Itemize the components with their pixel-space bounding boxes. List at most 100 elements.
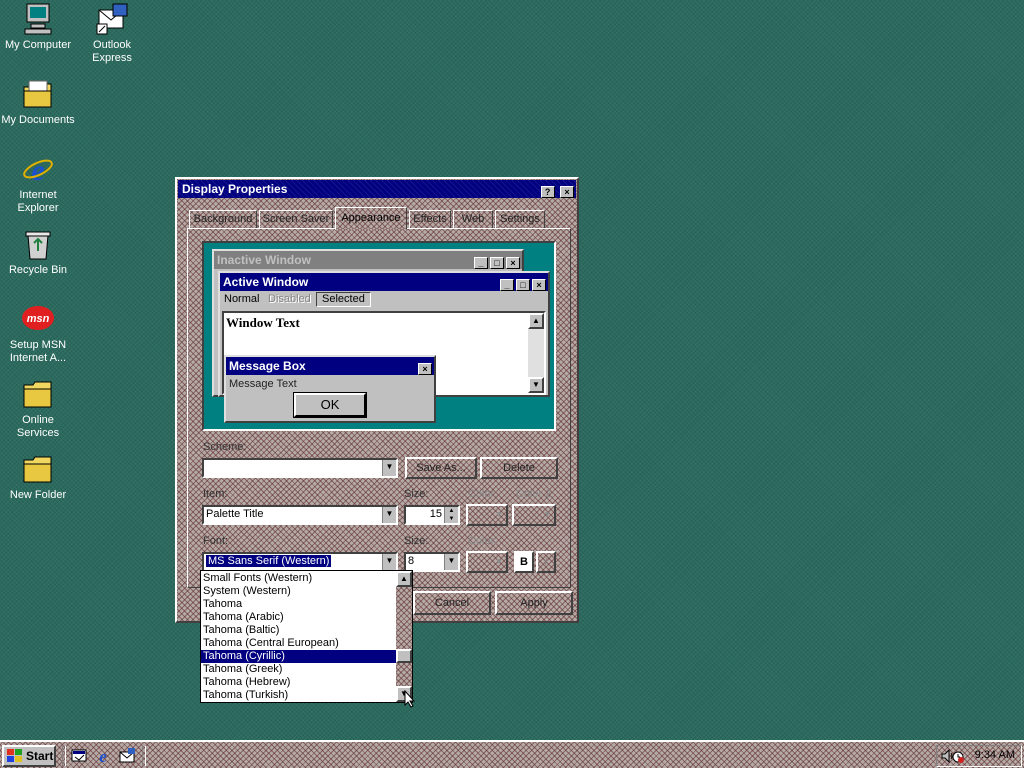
close-icon: × [532, 278, 546, 291]
minimize-icon: _ [500, 278, 514, 291]
italic-button[interactable]: I [536, 551, 556, 573]
quick-launch-divider-right [142, 746, 146, 766]
tab-effects[interactable]: Effects [409, 210, 451, 229]
font-option[interactable]: Tahoma (Central European) [201, 637, 397, 650]
documents-folder-icon [21, 77, 55, 111]
desktop-icon-outlook-express[interactable]: Outlook Express [74, 2, 150, 65]
cancel-button[interactable]: Cancel [413, 591, 491, 615]
chevron-down-icon[interactable]: ▼ [444, 554, 458, 570]
scroll-up-icon[interactable]: ▲ [396, 571, 412, 587]
item-value: Palette Title [206, 508, 264, 520]
item-size-spinner[interactable]: 15 ▲ ▼ [404, 505, 460, 525]
desktop-icon-label: New Folder [9, 489, 67, 501]
color-picker-button[interactable]: ▼ [466, 504, 508, 526]
scheme-dropdown[interactable]: ▼ [202, 458, 398, 478]
font-size-dropdown[interactable]: 8 ▼ [404, 552, 460, 572]
start-button[interactable]: Start [2, 745, 56, 767]
tab-screen-saver[interactable]: Screen Saver [259, 210, 333, 229]
desktop-icon-internet-explorer[interactable]: e Internet Explorer [0, 152, 76, 215]
active-window-title: Active Window [223, 275, 309, 289]
mouse-cursor-icon [404, 689, 416, 708]
system-tray: 9:34 AM [936, 745, 1022, 767]
taskbar: Start e 9:34 AM [0, 740, 1024, 768]
item-label: Item: [203, 488, 228, 500]
delete-button[interactable]: Delete [480, 457, 558, 479]
tab-background[interactable]: Background [189, 210, 257, 229]
color2-picker-button[interactable]: ▼ [512, 504, 556, 526]
desktop-icon-label: Internet Explorer [17, 189, 59, 214]
desktop-icon-new-folder[interactable]: New Folder [0, 452, 76, 502]
font-option[interactable]: Tahoma (Hebrew) [201, 676, 397, 689]
message-text: Message Text [229, 378, 297, 390]
menu-selected: Selected [316, 292, 371, 307]
item-dropdown[interactable]: Palette Title ▼ [202, 505, 398, 525]
color2-label: Color 2: [516, 488, 555, 500]
apply-button[interactable]: Apply [495, 591, 573, 615]
appearance-panel: Inactive Window _ □ × Active Window _ □ × No… [187, 228, 571, 588]
item-size-value: 15 [429, 508, 442, 520]
chevron-down-icon[interactable]: ▼ [382, 460, 396, 476]
font-color-button[interactable]: ▼ [466, 551, 508, 573]
preview-scrollbar: ▲ ▼ [528, 313, 544, 393]
desktop-icon-my-computer[interactable]: My Computer [0, 2, 76, 52]
svg-text:e: e [31, 154, 44, 186]
scheme-label: Scheme: [203, 441, 247, 453]
font-list-scrollbar[interactable]: ▲ ▼ [396, 571, 412, 702]
font-dropdown-list: Small Fonts (Western) System (Western) T… [200, 570, 413, 703]
active-title-bar: Active Window _ □ × [220, 273, 548, 291]
scheme-preview: Inactive Window _ □ × Active Window _ □ × No… [202, 241, 556, 431]
desktop-icon-msn[interactable]: msn Setup MSN Internet A... [0, 302, 76, 365]
spinner-arrows-icon[interactable]: ▲ ▼ [444, 507, 458, 523]
font-option[interactable]: System (Western) [201, 585, 397, 598]
svg-text:msn: msn [27, 313, 50, 325]
maximize-icon: □ [516, 278, 530, 291]
internet-explorer-icon[interactable]: e [94, 747, 112, 766]
scroll-up-icon: ▲ [528, 313, 544, 329]
desktop-icon-label: My Computer [4, 39, 72, 51]
minimize-icon: _ [474, 256, 488, 269]
internet-explorer-icon: e [21, 152, 55, 187]
desktop-icon-my-documents[interactable]: My Documents [0, 77, 76, 127]
outlook-express-icon[interactable] [118, 747, 136, 765]
message-box-title: Message Box [229, 359, 306, 373]
font-option-selected[interactable]: Tahoma (Cyrillic) [201, 650, 397, 663]
bold-button[interactable]: B [514, 551, 534, 573]
menu-disabled: Disabled [268, 293, 311, 305]
font-option[interactable]: Tahoma (Greek) [201, 663, 397, 676]
font-dropdown[interactable]: MS Sans Serif (Western) ▼ [202, 552, 398, 572]
font-label: Font: [203, 535, 229, 547]
chevron-down-icon[interactable]: ▼ [382, 507, 396, 523]
show-desktop-icon[interactable] [70, 747, 88, 765]
tab-settings[interactable]: Settings [495, 210, 545, 229]
scroll-thumb[interactable] [396, 649, 412, 663]
save-as-button[interactable]: Save As... [405, 457, 477, 479]
dialog-title-bar[interactable]: Display Properties ? × [178, 180, 576, 198]
font-option[interactable]: Tahoma (Baltic) [201, 624, 397, 637]
folder-icon [21, 377, 55, 411]
font-option[interactable]: Tahoma [201, 598, 397, 611]
windows-logo-icon [7, 749, 22, 763]
inactive-title-bar: Inactive Window _ □ × [214, 251, 522, 269]
desktop-icon-online-services[interactable]: Online Services [0, 377, 76, 440]
display-properties-dialog: Display Properties ? × Background Screen… [175, 177, 579, 623]
font-option[interactable]: Small Fonts (Western) [201, 572, 397, 585]
font-color-label: Color: [468, 535, 498, 547]
scheduler-icon[interactable] [951, 750, 965, 764]
recycle-bin-icon [21, 227, 55, 261]
desktop-icon-label: Outlook Express [92, 39, 132, 64]
maximize-icon: □ [490, 256, 504, 269]
quick-launch-divider [62, 746, 66, 766]
tab-web[interactable]: Web [453, 210, 493, 229]
scroll-down-icon: ▼ [528, 377, 544, 393]
font-option[interactable]: Tahoma (Turkish) [201, 689, 397, 702]
clock[interactable]: 9:34 AM [975, 749, 1015, 761]
tab-appearance[interactable]: Appearance [335, 207, 407, 230]
font-option[interactable]: Tahoma (Arabic) [201, 611, 397, 624]
close-button[interactable]: × [560, 185, 574, 198]
desktop-icon-label: Recycle Bin [8, 264, 68, 276]
chevron-down-icon[interactable]: ▼ [382, 554, 396, 570]
help-button[interactable]: ? [540, 185, 555, 198]
desktop-icon-recycle-bin[interactable]: Recycle Bin [0, 227, 76, 277]
message-ok-button: OK [293, 392, 367, 418]
item-size-label: Size: [404, 488, 429, 500]
